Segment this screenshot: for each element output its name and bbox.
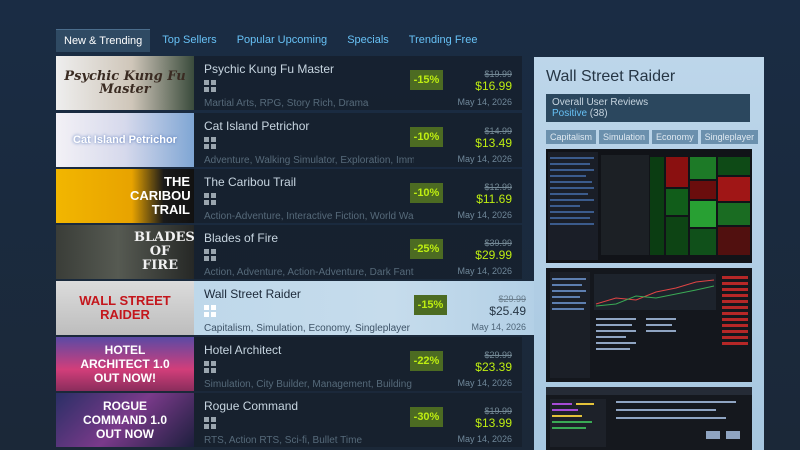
preview-screenshot[interactable] <box>546 268 752 382</box>
windows-icon <box>204 80 216 92</box>
reviews-box: Overall User Reviews Positive (38) <box>546 94 750 122</box>
capsule-image: BLADES OF FIRE <box>56 225 194 279</box>
tab-popular-upcoming[interactable]: Popular Upcoming <box>229 29 336 52</box>
final-price: $11.69 <box>476 192 512 206</box>
game-row[interactable]: HOTEL ARCHITECT 1.0 OUT NOW! Hotel Archi… <box>56 337 522 391</box>
original-price: $12.99 <box>484 182 512 192</box>
original-price: $39.99 <box>484 238 512 248</box>
preview-tags: Capitalism Simulation Economy Singleplay… <box>546 130 759 144</box>
screenshot-graphic <box>546 387 752 450</box>
preview-screenshot[interactable] <box>546 149 752 263</box>
game-tags: Action-Adventure, Interactive Fiction, W… <box>204 211 414 222</box>
discount-badge: -22% <box>410 351 443 371</box>
reviews-count: (38) <box>589 108 608 119</box>
capsule-image: THE CARIBOU TRAIL <box>56 169 194 223</box>
capsule-logo: Cat Island Petrichor <box>73 134 177 146</box>
discount-badge: -30% <box>410 407 443 427</box>
release-date: May 14, 2026 <box>457 97 512 107</box>
game-row[interactable]: Psychic Kung Fu Master Psychic Kung Fu M… <box>56 56 522 110</box>
release-date: May 14, 2026 <box>457 210 512 220</box>
game-row-selected[interactable]: WALL STREET RAIDER Wall Street Raider Ca… <box>56 281 534 335</box>
capsule-image: Cat Island Petrichor <box>56 113 194 167</box>
reviews-label: Overall User Reviews <box>552 97 649 108</box>
windows-icon <box>204 193 216 205</box>
game-title: Rogue Command <box>204 399 299 413</box>
game-tags: Capitalism, Simulation, Economy, Singlep… <box>204 323 411 334</box>
capsule-image: ROGUE COMMAND 1.0 OUT NOW <box>56 393 194 447</box>
windows-icon <box>204 137 216 149</box>
final-price: $13.49 <box>475 136 512 150</box>
final-price: $16.99 <box>475 79 512 93</box>
tab-new-trending[interactable]: New & Trending <box>56 29 151 52</box>
capsule-logo: THE CARIBOU TRAIL <box>130 174 191 217</box>
tab-top-sellers[interactable]: Top Sellers <box>154 29 224 52</box>
game-row[interactable]: Cat Island Petrichor Cat Island Petricho… <box>56 113 522 167</box>
discount-badge: -10% <box>410 127 443 147</box>
game-tags: Action, Adventure, Action-Adventure, Dar… <box>204 267 414 278</box>
final-price: $29.99 <box>475 248 512 262</box>
tab-specials[interactable]: Specials <box>339 29 397 52</box>
game-title: Hotel Architect <box>204 343 282 357</box>
preview-tag[interactable]: Economy <box>652 130 698 144</box>
game-tags: Adventure, Walking Simulator, Exploratio… <box>204 155 414 166</box>
release-date: May 14, 2026 <box>457 266 512 276</box>
original-price: $19.99 <box>484 69 512 79</box>
preview-tag[interactable]: Simulation <box>599 130 650 144</box>
reviews-value: Positive <box>552 108 588 119</box>
capsule-logo: BLADES OF FIRE <box>134 230 194 273</box>
game-title: Psychic Kung Fu Master <box>204 62 335 76</box>
capsule-logo: HOTEL ARCHITECT 1.0 OUT NOW! <box>80 343 170 385</box>
final-price: $25.49 <box>489 304 526 318</box>
game-tags: Martial Arts, RPG, Story Rich, Drama <box>204 98 369 109</box>
reviews-summary: Positive (38) <box>552 108 744 119</box>
discount-badge: -15% <box>410 70 443 90</box>
windows-icon <box>204 305 216 317</box>
windows-icon <box>204 249 216 261</box>
game-tags: Simulation, City Builder, Management, Bu… <box>204 379 412 390</box>
windows-icon <box>204 417 216 429</box>
game-title: Blades of Fire <box>204 231 279 245</box>
final-price: $23.39 <box>475 360 512 374</box>
game-title: Wall Street Raider <box>204 287 301 301</box>
final-price: $13.99 <box>475 416 512 430</box>
release-date: May 14, 2026 <box>457 434 512 444</box>
capsule-logo: WALL STREET RAIDER <box>79 293 171 322</box>
original-price: $29.99 <box>484 350 512 360</box>
release-date: May 14, 2026 <box>457 154 512 164</box>
tab-bar: New & Trending Top Sellers Popular Upcom… <box>56 29 485 52</box>
release-date: May 14, 2026 <box>457 378 512 388</box>
preview-title: Wall Street Raider <box>546 68 676 85</box>
game-row[interactable]: THE CARIBOU TRAIL The Caribou Trail Acti… <box>56 169 522 223</box>
discount-badge: -10% <box>410 183 443 203</box>
capsule-image: WALL STREET RAIDER <box>56 281 194 335</box>
windows-icon <box>204 361 216 373</box>
discount-badge: -25% <box>410 239 443 259</box>
capsule-image: HOTEL ARCHITECT 1.0 OUT NOW! <box>56 337 194 391</box>
discount-badge: -15% <box>414 295 447 315</box>
capsule-logo: Psychic Kung Fu Master <box>64 69 186 97</box>
original-price: $19.99 <box>484 406 512 416</box>
game-tags: RTS, Action RTS, Sci-fi, Bullet Time <box>204 435 363 446</box>
capsule-logo: ROGUE COMMAND 1.0 OUT NOW <box>82 399 167 441</box>
original-price: $14.99 <box>484 126 512 136</box>
capsule-image: Psychic Kung Fu Master <box>56 56 194 110</box>
preview-tag[interactable]: Capitalism <box>546 130 597 144</box>
preview-panel: Wall Street Raider Overall User Reviews … <box>534 57 764 450</box>
preview-screenshot[interactable] <box>546 387 752 450</box>
tab-trending-free[interactable]: Trending Free <box>401 29 486 52</box>
game-row[interactable]: BLADES OF FIRE Blades of Fire Action, Ad… <box>56 225 522 279</box>
screenshot-graphic <box>546 149 752 263</box>
game-row[interactable]: ROGUE COMMAND 1.0 OUT NOW Rogue Command … <box>56 393 522 447</box>
screenshot-graphic <box>546 268 752 382</box>
original-price: $29.99 <box>498 294 526 304</box>
game-title: The Caribou Trail <box>204 175 297 189</box>
release-date: May 14, 2026 <box>471 322 526 332</box>
game-title: Cat Island Petrichor <box>204 119 310 133</box>
preview-tag[interactable]: Singleplayer <box>700 130 759 144</box>
